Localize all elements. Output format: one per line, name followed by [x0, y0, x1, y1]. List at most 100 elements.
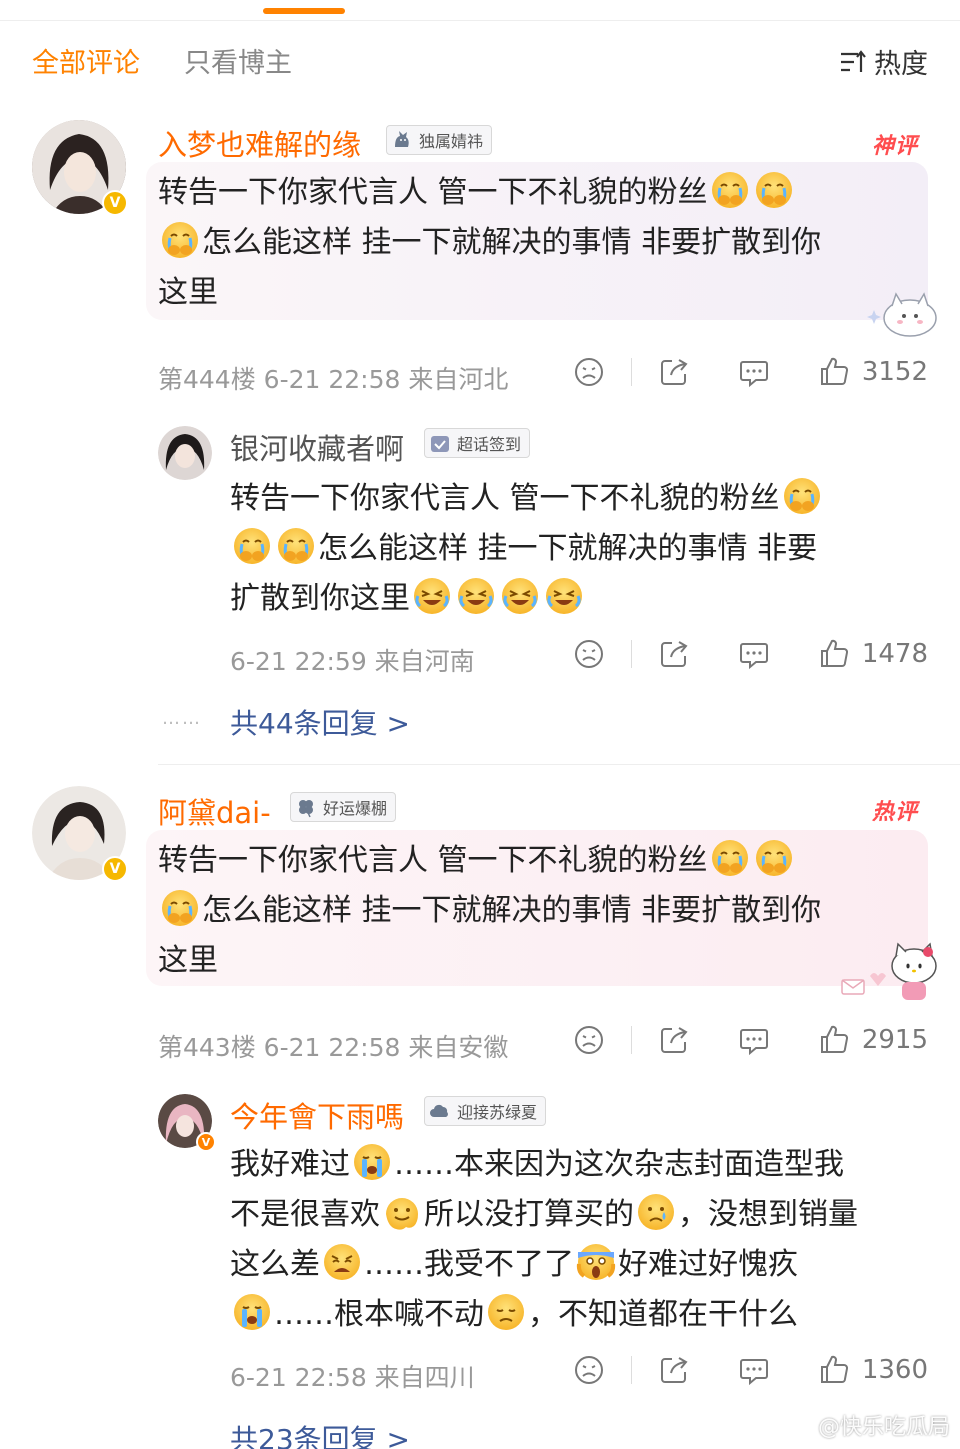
- like-button[interactable]: 2915: [818, 1024, 928, 1056]
- reply-text-line: 转告一下你家代言人 管一下不礼貌的粉丝: [230, 481, 780, 516]
- tab-only-author[interactable]: 只看博主: [184, 41, 292, 80]
- frown-icon: [573, 1354, 605, 1386]
- comment-icon: [738, 638, 770, 670]
- share-button[interactable]: [658, 638, 690, 670]
- top-divider: [0, 20, 960, 21]
- dislike-button[interactable]: [573, 1024, 605, 1056]
- reply-actions: 1478: [573, 638, 928, 670]
- comment-divider: [158, 764, 960, 765]
- reply-text-line: 所以没打算买的: [424, 1197, 634, 1232]
- laughing-tears-emoji-icon: [412, 576, 452, 616]
- reply-button[interactable]: [738, 1024, 770, 1056]
- crying-emoji-icon: [276, 526, 316, 566]
- crying-emoji-icon: [710, 170, 750, 210]
- loudly-crying-emoji-icon: [232, 1292, 272, 1332]
- reply-text-line: ，不知道都在干什么: [528, 1297, 798, 1332]
- fan-badge-label: 好运爆棚: [323, 799, 388, 818]
- action-separator: [630, 1026, 632, 1054]
- verified-badge-icon: V: [102, 190, 128, 216]
- sad-tear-emoji-icon: [636, 1192, 676, 1232]
- thumbs-up-icon: [818, 1024, 850, 1056]
- reply-text-line: ……我受不了了: [364, 1247, 574, 1282]
- fan-badge[interactable]: 好运爆棚: [290, 792, 397, 822]
- thumbs-up-icon: [818, 1354, 850, 1386]
- reply-username[interactable]: 今年會下雨嗎: [230, 1094, 404, 1136]
- comment-icon: [738, 356, 770, 388]
- reply-button[interactable]: [738, 638, 770, 670]
- reply-button[interactable]: [738, 356, 770, 388]
- crying-emoji-icon: [160, 220, 200, 260]
- laughing-tears-emoji-icon: [544, 576, 584, 616]
- clover-badge-icon: [299, 800, 313, 818]
- view-more-replies-link[interactable]: 共44条回复 >: [230, 702, 410, 742]
- avatar-portrait: [158, 426, 212, 480]
- sort-label: 热度: [874, 49, 928, 80]
- comment-meta: 第443楼 6-21 22:58 来自安徽: [158, 1033, 509, 1062]
- replies-dots: ……: [162, 708, 202, 729]
- reply-meta: 6-21 22:59 来自河南: [230, 647, 475, 676]
- crying-emoji-icon: [754, 838, 794, 878]
- frown-icon: [573, 1024, 605, 1056]
- comment-icon: [738, 1024, 770, 1056]
- loudly-crying-emoji-icon: [352, 1142, 392, 1182]
- comment-username[interactable]: 阿黛dai-: [158, 790, 271, 832]
- laughing-tears-emoji-icon: [456, 576, 496, 616]
- cat-badge-icon: [395, 131, 409, 147]
- tab-all-comments[interactable]: 全部评论: [32, 41, 140, 80]
- reply-avatar[interactable]: [158, 426, 212, 480]
- super-topic-badge[interactable]: 超话签到: [424, 428, 531, 458]
- hot-comment-tag: 热评: [872, 800, 919, 825]
- comment-tabs: 全部评论 只看博主 热度: [32, 38, 928, 82]
- crying-emoji-icon: [754, 170, 794, 210]
- reply-button[interactable]: [738, 1354, 770, 1386]
- share-button[interactable]: [658, 356, 690, 388]
- laughing-tears-emoji-icon: [500, 576, 540, 616]
- fan-badge-label: 迎接苏绿夏: [457, 1103, 538, 1122]
- dislike-button[interactable]: [573, 638, 605, 670]
- like-button[interactable]: 3152: [818, 356, 928, 388]
- verified-badge-icon: V: [102, 856, 128, 882]
- like-count: 3152: [861, 357, 928, 387]
- like-button[interactable]: 1478: [818, 638, 928, 670]
- weary-face-emoji-icon: [322, 1242, 362, 1282]
- frown-icon: [573, 356, 605, 388]
- dislike-button[interactable]: [573, 1354, 605, 1386]
- share-icon: [658, 1354, 690, 1386]
- view-more-replies-link[interactable]: 共23条回复 >: [230, 1418, 410, 1449]
- share-button[interactable]: [658, 1354, 690, 1386]
- reply-username[interactable]: 银河收藏者啊: [230, 426, 404, 468]
- reply-text: 我好难过 ……本来因为这次杂志封面造型我 不是很喜欢 所以没打算买的 ，没想到销量 这…: [230, 1140, 930, 1340]
- comment-text: 转告一下你家代言人 管一下不礼貌的粉丝 怎么能这样 挂一下就解决的事情 非要扩散…: [158, 168, 918, 318]
- share-button[interactable]: [658, 1024, 690, 1056]
- avatar[interactable]: V: [32, 120, 128, 216]
- reply-actions: 1360: [573, 1354, 928, 1386]
- comment-actions: 3152: [573, 356, 928, 388]
- share-icon: [658, 356, 690, 388]
- sort-by-heat-button[interactable]: 热度: [838, 42, 928, 81]
- comment-text-line: 这里: [158, 943, 218, 978]
- fan-badge[interactable]: 独属婧祎: [386, 125, 493, 155]
- reply-text-line: 好难过好愧疚: [618, 1247, 798, 1282]
- god-comment-tag: 神评: [872, 134, 919, 159]
- reply-avatar[interactable]: V: [158, 1094, 216, 1152]
- tab-indicator: [263, 8, 345, 14]
- fan-badge[interactable]: 迎接苏绿夏: [424, 1096, 547, 1126]
- dislike-button[interactable]: [573, 356, 605, 388]
- reply-text-line: 这么差: [230, 1247, 320, 1282]
- frown-icon: [573, 638, 605, 670]
- like-button[interactable]: 1360: [818, 1354, 928, 1386]
- action-separator: [630, 640, 632, 668]
- comment-icon: [738, 1354, 770, 1386]
- melting-face-emoji-icon: [382, 1192, 422, 1232]
- crying-emoji-icon: [160, 888, 200, 928]
- reply-text: 转告一下你家代言人 管一下不礼貌的粉丝 怎么能这样 挂一下就解决的事情 非要 扩…: [230, 474, 920, 624]
- avatar[interactable]: V: [32, 786, 128, 882]
- reply-text-line: 扩散到你这里: [230, 581, 410, 616]
- comment-text-line: 转告一下你家代言人 管一下不礼貌的粉丝: [158, 843, 708, 878]
- comment-username[interactable]: 入梦也难解的缘: [158, 122, 361, 164]
- disappointed-emoji-icon: [486, 1292, 526, 1332]
- comment-text-line: 怎么能这样 挂一下就解决的事情 非要扩散到你: [202, 225, 822, 260]
- thumbs-up-icon: [818, 638, 850, 670]
- share-icon: [658, 638, 690, 670]
- verified-badge-icon: V: [196, 1132, 216, 1152]
